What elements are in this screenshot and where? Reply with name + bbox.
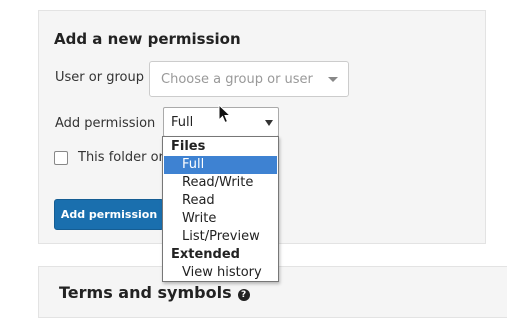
- option-read-write[interactable]: Read/Write: [164, 174, 277, 192]
- add-permission-label: Add permission: [55, 116, 156, 131]
- folder-only-label-start: This folder on: [78, 150, 167, 165]
- folder-only-label[interactable]: This folder on): [78, 150, 273, 165]
- folder-only-checkbox[interactable]: [54, 151, 68, 165]
- panel-title: Add a new permission: [54, 30, 241, 48]
- option-group-files: Files: [171, 139, 206, 154]
- help-icon[interactable]: ?: [237, 289, 250, 301]
- terms-title-text: Terms and symbols: [59, 283, 232, 302]
- option-list-preview[interactable]: List/Preview: [164, 228, 277, 246]
- chevron-down-icon: [328, 77, 338, 82]
- option-write[interactable]: Write: [164, 210, 277, 228]
- add-permission-button[interactable]: Add permission: [54, 199, 164, 230]
- terms-title[interactable]: Terms and symbols?: [59, 283, 250, 302]
- user-or-group-placeholder: Choose a group or user: [161, 72, 313, 87]
- option-view-history[interactable]: View history: [164, 264, 277, 282]
- user-or-group-label: User or group: [55, 70, 144, 85]
- option-full[interactable]: Full: [164, 156, 277, 174]
- mouse-pointer-icon: [218, 104, 232, 124]
- option-read[interactable]: Read: [164, 192, 277, 210]
- permission-dropdown-list: Files Full Read/Write Read Write List/Pr…: [162, 136, 279, 282]
- option-group-extended: Extended: [171, 247, 240, 262]
- permission-select-value: Full: [171, 115, 194, 130]
- user-or-group-select[interactable]: Choose a group or user: [149, 61, 349, 97]
- dropdown-arrow-icon: [265, 120, 273, 126]
